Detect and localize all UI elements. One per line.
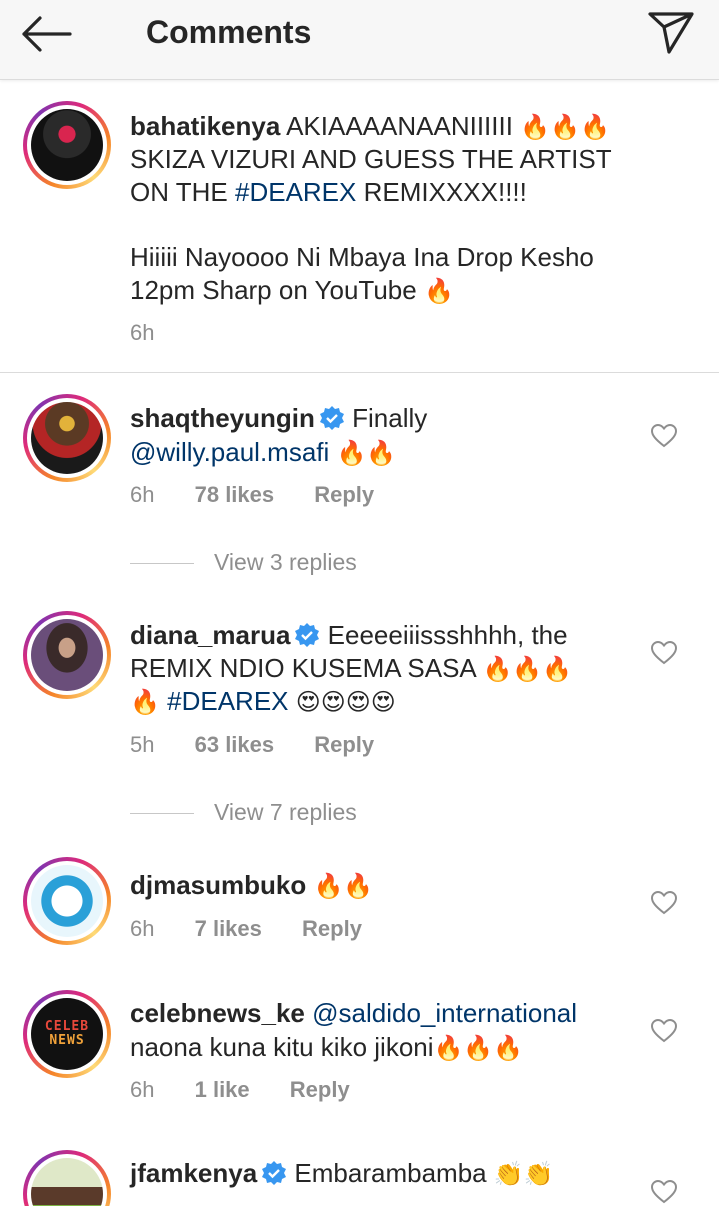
fire-emoji: 🔥🔥🔥 [433, 1034, 524, 1062]
timestamp: 6h [130, 916, 155, 941]
clapping-emoji: 👏👏 [493, 1160, 554, 1188]
caption-line-1: bahatikenya AKIAAAANAANIIIIII 🔥🔥🔥 [130, 111, 610, 141]
view-replies-button[interactable]: View 3 replies [130, 549, 357, 576]
comment-meta: 6h 1 like Reply [130, 1077, 350, 1103]
avatar-logo-text: CELEB [44, 1019, 90, 1034]
likes-count[interactable]: 1 like [195, 1077, 250, 1103]
reply-line [130, 813, 194, 815]
fire-emoji: 🔥🔥 [313, 872, 374, 900]
reply-button[interactable]: Reply [314, 482, 374, 508]
timestamp: 5h [130, 732, 155, 757]
comment-line-2: @willy.paul.msafi 🔥🔥 [130, 435, 396, 470]
username-djmasumbuko[interactable]: djmasumbuko [130, 870, 306, 900]
divider [0, 372, 719, 373]
mention-link[interactable]: @willy.paul.msafi [130, 437, 329, 467]
page-title: Comments [146, 14, 312, 50]
comment-meta: 6h 7 likes Reply [130, 916, 362, 942]
top-bar: Comments [0, 0, 719, 80]
caption-line-2: SKIZA VIZURI AND GUESS THE ARTIST [130, 144, 612, 174]
fire-emoji: 🔥🔥🔥 [520, 113, 610, 141]
username-diana-marua[interactable]: diana_marua [130, 620, 290, 650]
comment-line-1: shaqtheyungin Finally [130, 403, 428, 433]
username-shaqtheyungin[interactable]: shaqtheyungin [130, 403, 315, 433]
likes-count[interactable]: 7 likes [195, 916, 262, 942]
verified-badge-icon [295, 623, 320, 647]
comment-line-1: jfamkenya Embarambamba 👏👏 [130, 1158, 554, 1188]
avatar-shaqtheyungin[interactable] [23, 394, 111, 482]
comment-line-1: diana_marua Eeeeeiiissshhhh, the [130, 620, 568, 650]
fire-emoji: 🔥 [423, 277, 454, 305]
comment-line-1: djmasumbuko 🔥🔥 [130, 868, 373, 903]
likes-count[interactable]: 63 likes [195, 732, 275, 758]
fire-emoji: 🔥 [130, 688, 160, 716]
avatar-djmasumbuko[interactable] [23, 857, 111, 945]
reply-button[interactable]: Reply [302, 916, 362, 942]
comment-line-3: 🔥 #DEAREX 😍😍😍😍 [130, 684, 396, 719]
arrow-left-icon[interactable] [18, 12, 74, 56]
verified-badge-icon [262, 1161, 287, 1185]
caption-line-3: ON THE #DEAREX REMIXXXX!!!! [130, 177, 527, 207]
reply-button[interactable]: Reply [314, 732, 374, 758]
comment-meta: 6h 78 likes Reply [130, 482, 374, 508]
avatar-celebnews-ke[interactable]: CELEB NEWS [23, 990, 111, 1078]
heart-icon[interactable] [651, 641, 677, 665]
verified-badge-icon [319, 406, 344, 430]
username-bahatikenya[interactable]: bahatikenya [130, 111, 280, 141]
comment-line-2: REMIX NDIO KUSEMA SASA 🔥🔥🔥 [130, 653, 573, 683]
username-celebnews-ke[interactable]: celebnews_ke [130, 998, 305, 1028]
timestamp: 6h [130, 320, 155, 345]
comment-line-1: celebnews_ke @saldido_international [130, 996, 577, 1030]
avatar-diana-marua[interactable] [23, 611, 111, 699]
caption-line-4: Hiiiii Nayoooo Ni Mbaya Ina Drop Kesho [130, 242, 594, 272]
reply-button[interactable]: Reply [290, 1077, 350, 1103]
caption-line-5: 12pm Sharp on YouTube 🔥 [130, 275, 454, 305]
fire-emoji: 🔥🔥🔥 [482, 655, 573, 683]
likes-count[interactable]: 78 likes [195, 482, 275, 508]
caption-meta: 6h [130, 320, 154, 346]
avatar-bahatikenya[interactable] [23, 101, 111, 189]
avatar-jfamkenya[interactable] [23, 1150, 111, 1206]
heart-icon[interactable] [651, 1180, 677, 1204]
mention-link[interactable]: @saldido_international [312, 998, 577, 1028]
fire-emoji: 🔥🔥 [336, 439, 397, 467]
reply-line [130, 563, 194, 565]
username-jfamkenya[interactable]: jfamkenya [130, 1158, 257, 1188]
timestamp: 6h [130, 482, 155, 507]
timestamp: 6h [130, 1077, 155, 1102]
heart-icon[interactable] [651, 891, 677, 915]
comment-line-2: naona kuna kitu kiko jikoni🔥🔥🔥 [130, 1032, 524, 1062]
avatar-logo-text: NEWS [49, 1033, 85, 1048]
view-replies-button[interactable]: View 7 replies [130, 799, 357, 826]
heart-eyes-emoji: 😍😍😍😍 [295, 688, 396, 716]
paper-plane-icon[interactable] [646, 8, 696, 56]
comment-meta: 5h 63 likes Reply [130, 732, 374, 758]
heart-icon[interactable] [651, 424, 677, 448]
hashtag-link[interactable]: #DEAREX [167, 686, 288, 716]
hashtag-link[interactable]: #DEAREX [235, 177, 356, 207]
heart-icon[interactable] [651, 1019, 677, 1043]
